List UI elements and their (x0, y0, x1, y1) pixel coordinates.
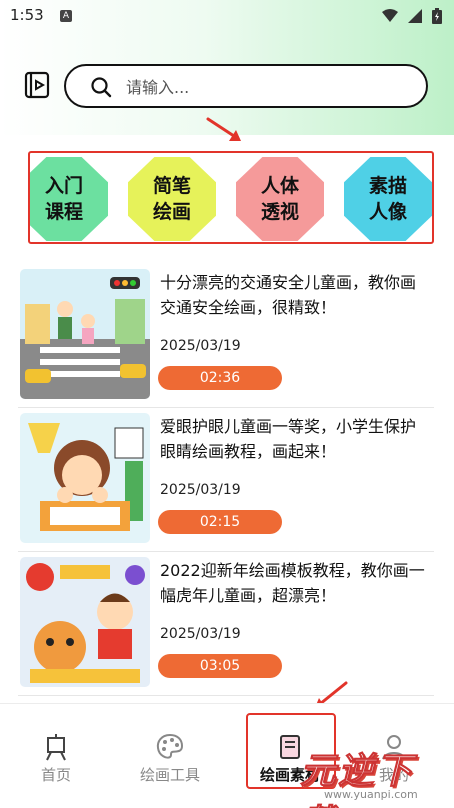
tab-home[interactable]: 首页 (6, 732, 106, 785)
category-simple-drawing[interactable]: 简笔 绘画 (128, 157, 216, 241)
article-thumbnail (20, 413, 150, 543)
search-bar[interactable] (64, 64, 428, 108)
article-date: 2025/03/19 (160, 482, 241, 498)
article-date: 2025/03/19 (160, 626, 241, 642)
status-icons (382, 8, 442, 24)
article-thumbnail (20, 269, 150, 399)
article-date: 2025/03/19 (160, 338, 241, 354)
article-thumbnail (20, 557, 150, 687)
article-title: 爱眼护眼儿童画一等奖，小学生保护眼睛绘画教程，画起来！ (160, 417, 417, 461)
wifi-icon (382, 9, 398, 22)
watermark: 元逆下载 www.yuanpi.com (300, 742, 442, 808)
article-item[interactable]: 2022迎新年绘画模板教程，教你画一幅虎年儿童画，超漂亮！ 2025/03/19… (18, 552, 434, 696)
notification-icon: A (60, 10, 72, 22)
palette-icon (156, 733, 184, 759)
tab-label: 首页 (40, 766, 71, 784)
category-human-perspective[interactable]: 人体 透视 (236, 157, 324, 241)
status-time: 1:53 (10, 6, 44, 24)
category-label: 绘画 (152, 201, 191, 223)
article-item[interactable]: 十分漂亮的交通安全儿童画，教你画交通安全绘画，很精致！ 2025/03/19 0… (18, 264, 434, 408)
category-beginner[interactable]: 入门 课程 (30, 157, 108, 241)
signal-icon (408, 9, 422, 23)
watermark-url: www.yuanpi.com (324, 788, 418, 801)
tab-drawing-tools[interactable]: 绘画工具 (120, 732, 220, 785)
category-label: 简笔 (152, 175, 191, 197)
battery-icon (432, 8, 442, 24)
duration-badge: 02:15 (158, 510, 282, 534)
tab-label: 绘画工具 (139, 766, 200, 784)
video-icon[interactable] (24, 71, 52, 99)
category-label: 素描 (368, 175, 407, 197)
search-input[interactable] (126, 75, 406, 99)
status-bar: 1:53 A (0, 0, 454, 32)
category-label: 透视 (260, 201, 299, 223)
duration-badge: 02:36 (158, 366, 282, 390)
article-item[interactable]: 爱眼护眼儿童画一等奖，小学生保护眼睛绘画教程，画起来！ 2025/03/19 0… (18, 408, 434, 552)
category-row: 入门课程 简笔绘画 人体透视 素描人像 (28, 151, 434, 244)
category-label: 课程 (44, 201, 83, 223)
category-sketch-portrait[interactable]: 素描 人像 (344, 157, 432, 241)
arrow-annotation-icon (206, 117, 241, 141)
category-label: 人体 (260, 175, 299, 197)
category-label: 人像 (368, 201, 407, 223)
category-label: 入门 (44, 175, 83, 197)
article-title: 十分漂亮的交通安全儿童画，教你画交通安全绘画，很精致！ (160, 273, 417, 317)
article-title: 2022迎新年绘画模板教程，教你画一幅虎年儿童画，超漂亮！ (160, 561, 425, 605)
duration-badge: 03:05 (158, 654, 282, 678)
search-icon (91, 77, 112, 98)
easel-icon (46, 734, 66, 761)
